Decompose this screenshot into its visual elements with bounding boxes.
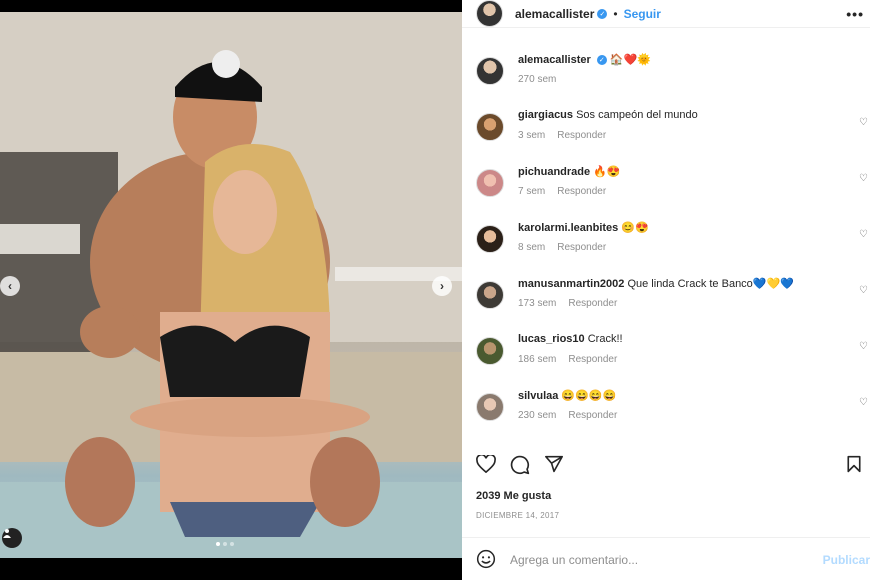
reply-button[interactable]: Responder xyxy=(568,354,617,365)
comment-text: pichuandrade 🔥😍 xyxy=(518,165,621,178)
comment-text: lucas_rios10 Crack!! xyxy=(518,333,623,345)
share-icon[interactable] xyxy=(544,455,564,473)
user-icon xyxy=(3,529,11,538)
comment-row: silvulaa 😄😄😄😄 230 sem Responder ♡ xyxy=(476,387,870,427)
comment-time: 8 sem xyxy=(518,242,546,253)
carousel-indicator xyxy=(216,542,234,546)
comment-username[interactable]: giargiacus xyxy=(518,109,573,121)
author-avatar[interactable] xyxy=(476,0,503,27)
comment-username[interactable]: karolarmi.leanbites xyxy=(518,222,618,234)
comment-row: manusanmartin2002 Que linda Crack te Ban… xyxy=(476,275,870,315)
carousel-dot xyxy=(216,542,220,546)
comment-username[interactable]: silvulaa xyxy=(518,390,558,402)
more-options-icon[interactable]: ••• xyxy=(846,6,864,22)
post-date: DICIEMBRE 14, 2017 xyxy=(476,511,560,520)
commenter-avatar[interactable] xyxy=(476,281,504,309)
post-actions-bar xyxy=(476,453,862,479)
comment-time: 173 sem xyxy=(518,298,557,309)
caption-row: alemacallister ✓ 🏠❤️🌞 270 sem xyxy=(476,51,870,91)
tagged-users-button[interactable] xyxy=(2,528,22,548)
carousel-dot xyxy=(230,542,234,546)
emoji-icon[interactable] xyxy=(476,549,496,569)
comment-meta: 173 sem Responder xyxy=(518,298,629,309)
comment-row: karolarmi.leanbites 😊😍 8 sem Responder ♡ xyxy=(476,219,870,259)
comment-input[interactable]: Agrega un comentario... xyxy=(510,553,638,567)
caption-time: 270 sem xyxy=(518,74,557,85)
add-comment-bar: Agrega un comentario... Publicar xyxy=(462,537,870,580)
like-comment-heart-icon[interactable]: ♡ xyxy=(859,341,868,352)
likes-count[interactable]: 2039 Me gusta xyxy=(476,490,551,502)
comment-row: lucas_rios10 Crack!! 186 sem Responder ♡ xyxy=(476,331,870,371)
commenter-avatar[interactable] xyxy=(476,113,504,141)
author-username[interactable]: alemacallister xyxy=(515,7,594,21)
comment-time: 3 sem xyxy=(518,130,546,141)
comment-body: Crack!! xyxy=(587,333,623,345)
commenter-avatar[interactable] xyxy=(476,169,504,197)
publish-button[interactable]: Publicar xyxy=(823,553,870,567)
verified-badge-icon: ✓ xyxy=(597,8,608,19)
comment-time: 186 sem xyxy=(518,354,557,365)
comment-text: silvulaa 😄😄😄😄 xyxy=(518,389,616,402)
comment-text: giargiacus Sos campeón del mundo xyxy=(518,109,698,121)
comment-time: 7 sem xyxy=(518,186,546,197)
carousel-dot xyxy=(223,542,227,546)
photo-illustration xyxy=(0,12,462,558)
comment-icon[interactable] xyxy=(510,455,530,475)
caption-emojis: 🏠❤️🌞 xyxy=(609,54,651,66)
reply-button[interactable]: Responder xyxy=(568,298,617,309)
comment-text: karolarmi.leanbites 😊😍 xyxy=(518,221,649,234)
comment-text: manusanmartin2002 Que linda Crack te Ban… xyxy=(518,277,794,290)
like-comment-heart-icon[interactable]: ♡ xyxy=(859,397,868,408)
heart-icon[interactable] xyxy=(476,455,496,473)
reply-button[interactable]: Responder xyxy=(557,130,606,141)
comment-meta: 7 sem Responder xyxy=(518,186,618,197)
caption-meta: 270 sem xyxy=(518,74,568,85)
separator-dot: • xyxy=(613,6,618,21)
like-comment-heart-icon[interactable]: ♡ xyxy=(859,173,868,184)
comment-username[interactable]: pichuandrade xyxy=(518,166,590,178)
post-side-panel: alemacallister ✓ • Seguir ••• alemacalli… xyxy=(462,0,870,580)
instagram-post-window: ‹ › alemacallister ✓ • Seguir ••• alemac… xyxy=(0,0,870,580)
comment-time: 230 sem xyxy=(518,410,557,421)
like-comment-heart-icon[interactable]: ♡ xyxy=(859,117,868,128)
comment-row: giargiacus Sos campeón del mundo 3 sem Re… xyxy=(476,107,870,147)
comment-body: 😄😄😄😄 xyxy=(561,390,617,402)
post-photo[interactable]: ‹ › xyxy=(0,12,462,558)
follow-button[interactable]: Seguir xyxy=(624,7,661,21)
comment-username[interactable]: manusanmartin2002 xyxy=(518,278,624,290)
reply-button[interactable]: Responder xyxy=(557,242,606,253)
caption-text: alemacallister ✓ 🏠❤️🌞 xyxy=(518,53,651,66)
author-avatar[interactable] xyxy=(476,57,504,85)
comment-body: 😊😍 xyxy=(621,222,649,234)
chevron-right-icon: › xyxy=(440,279,444,293)
commenter-avatar[interactable] xyxy=(476,225,504,253)
carousel-next-button[interactable]: › xyxy=(432,276,452,296)
commenter-avatar[interactable] xyxy=(476,393,504,421)
like-comment-heart-icon[interactable]: ♡ xyxy=(859,229,868,240)
bookmark-icon[interactable] xyxy=(846,455,862,473)
comment-row: pichuandrade 🔥😍 7 sem Responder ♡ xyxy=(476,163,870,203)
comment-meta: 8 sem Responder xyxy=(518,242,618,253)
comment-meta: 230 sem Responder xyxy=(518,410,629,421)
reply-button[interactable]: Responder xyxy=(557,186,606,197)
comment-meta: 3 sem Responder xyxy=(518,130,618,141)
comment-username[interactable]: lucas_rios10 xyxy=(518,333,585,345)
post-header: alemacallister ✓ • Seguir ••• xyxy=(462,0,870,28)
comment-body: 🔥😍 xyxy=(593,166,621,178)
comment-body: Sos campeón del mundo xyxy=(576,109,698,121)
reply-button[interactable]: Responder xyxy=(568,410,617,421)
carousel-prev-button[interactable]: ‹ xyxy=(0,276,20,296)
verified-badge-icon: ✓ xyxy=(596,55,607,66)
chevron-left-icon: ‹ xyxy=(8,279,12,293)
comment-body: Que linda Crack te Banco💙💛💙 xyxy=(627,278,794,290)
like-comment-heart-icon[interactable]: ♡ xyxy=(859,285,868,296)
comment-meta: 186 sem Responder xyxy=(518,354,629,365)
commenter-avatar[interactable] xyxy=(476,337,504,365)
caption-username[interactable]: alemacallister xyxy=(518,54,591,66)
